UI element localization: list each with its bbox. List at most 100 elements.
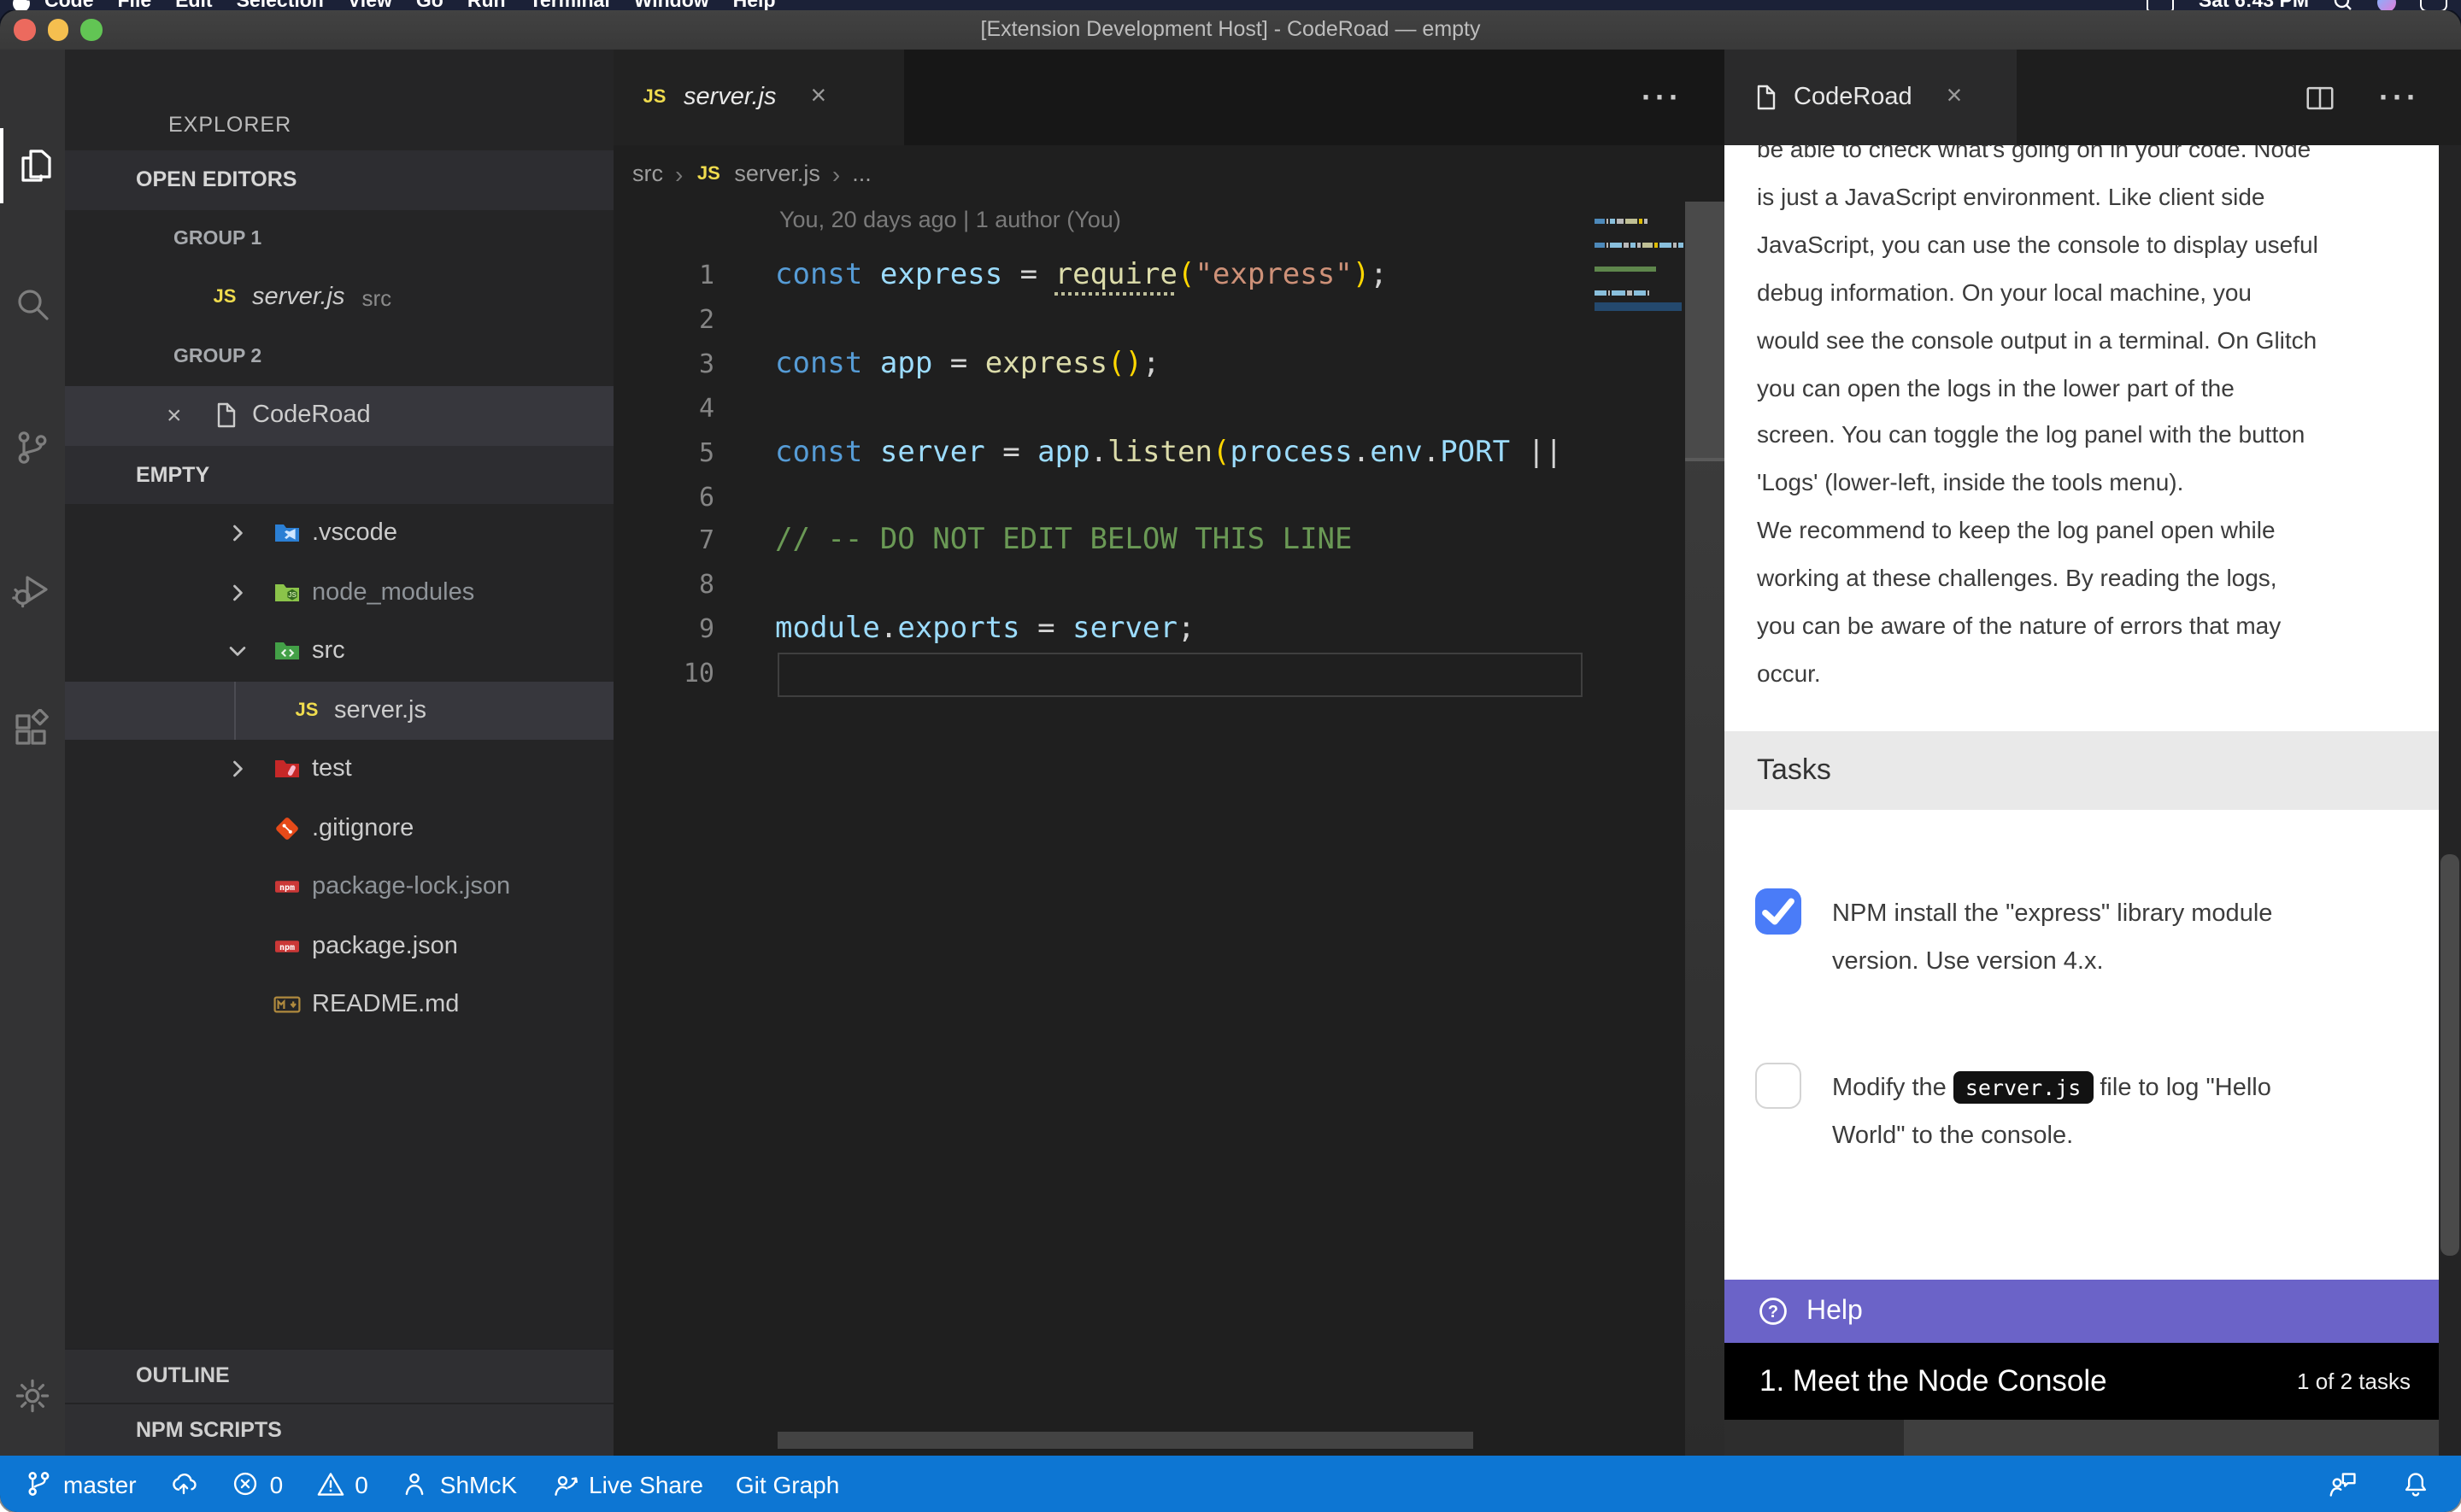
- screen: Code File Edit Selection View Go Run Terminal Wi…: [0, 0, 2461, 1512]
- tree-item-package-lock-json[interactable]: npmpackage-lock.json: [64, 858, 614, 917]
- file-icon: [211, 402, 238, 430]
- tree-item-test[interactable]: test: [64, 740, 614, 799]
- line-number: 4: [614, 385, 714, 430]
- statusbar-master[interactable]: master: [24, 1469, 137, 1498]
- line-number: 5: [614, 430, 714, 474]
- open-editor-coderoad[interactable]: × CodeRoad: [64, 386, 614, 445]
- statusbar-0[interactable]: 0: [315, 1469, 368, 1498]
- menu-view[interactable]: View: [348, 0, 392, 10]
- statusbar-0[interactable]: 0: [231, 1469, 284, 1498]
- menu-go[interactable]: Go: [416, 0, 443, 10]
- menu-terminal[interactable]: Terminal: [530, 0, 610, 10]
- tree-item--vscode[interactable]: .vscode: [64, 504, 614, 563]
- chevron-right-icon: [225, 758, 249, 782]
- close-tab-icon[interactable]: ×: [811, 82, 827, 113]
- split-editor-icon[interactable]: [2304, 50, 2336, 145]
- vscode-window: [Extension Development Host] - CodeRoad …: [0, 10, 2461, 1512]
- minimap[interactable]: [1595, 202, 1682, 328]
- status-bar: master 0 0 ShMcK Live Share Git Graph: [0, 1456, 2461, 1512]
- close-tab-icon[interactable]: ×: [1947, 82, 1963, 113]
- breadcrumb[interactable]: src › JS server.js › ...: [614, 145, 1724, 202]
- tab-server-js[interactable]: JS server.js ×: [614, 50, 904, 145]
- menu-file[interactable]: File: [118, 0, 152, 10]
- chevron-right-icon: [102, 1418, 126, 1442]
- statusbar-live-share[interactable]: Live Share: [549, 1469, 703, 1498]
- open-editor-server-js[interactable]: JSserver.jssrc: [64, 268, 614, 327]
- tab-coderoad[interactable]: CodeRoad ×: [1724, 50, 2016, 145]
- tree-item-src[interactable]: src: [64, 622, 614, 681]
- help-button[interactable]: ? Help: [1724, 1280, 2438, 1343]
- control-center-icon[interactable]: [2420, 0, 2447, 10]
- macos-menu-bar: Code File Edit Selection View Go Run Terminal Wi…: [0, 0, 2461, 10]
- file-name: server.js: [334, 697, 426, 724]
- task-checkbox-unchecked[interactable]: [1754, 1063, 1800, 1109]
- editor-more-actions-icon[interactable]: ···: [1642, 50, 1683, 145]
- code-line-2: 2: [614, 297, 1686, 342]
- code-line-8: 8: [614, 563, 1686, 607]
- title-bar[interactable]: [Extension Development Host] - CodeRoad …: [0, 10, 2461, 51]
- tree-item-package-json[interactable]: npmpackage.json: [64, 917, 614, 976]
- code-editor[interactable]: You, 20 days ago | 1 author (You) 1const…: [614, 202, 1724, 1456]
- editor-tabstrip: JS server.js × ···: [614, 50, 1724, 145]
- tree-item--gitignore[interactable]: .gitignore: [64, 799, 614, 858]
- menu-edit[interactable]: Edit: [175, 0, 212, 10]
- js-file-icon: JS: [695, 160, 722, 187]
- bell-icon: [2401, 1469, 2430, 1498]
- activity-extensions-icon[interactable]: [0, 692, 64, 767]
- markdown-icon: [273, 992, 300, 1019]
- menu-help[interactable]: Help: [733, 0, 776, 10]
- file-name: CodeRoad: [252, 402, 371, 430]
- code-line-1: 1const express = require("express");: [614, 253, 1686, 297]
- activity-source-control-icon[interactable]: [0, 410, 64, 485]
- open-editors-group-label: GROUP 1: [64, 209, 614, 268]
- activity-manage-gear-icon[interactable]: [0, 1358, 64, 1433]
- apple-menu-icon[interactable]: [0, 0, 44, 10]
- siri-icon[interactable]: [2377, 0, 2396, 10]
- tree-item-node_modules[interactable]: JSnode_modules: [64, 563, 614, 622]
- activity-search-icon[interactable]: [0, 267, 64, 342]
- menu-code[interactable]: Code: [44, 0, 94, 10]
- open-editors-header[interactable]: OPEN EDITORS: [64, 150, 614, 209]
- explorer-sidebar: EXPLORER OPEN EDITORS GROUP 1JSserver.js…: [64, 50, 614, 1456]
- sidebar-section-outline[interactable]: OUTLINE: [64, 1348, 614, 1402]
- statusbar-shmck[interactable]: ShMcK: [401, 1469, 517, 1498]
- statusbar-feedback[interactable]: [2328, 1469, 2357, 1498]
- tree-item-server-js[interactable]: JSserver.js: [64, 681, 614, 740]
- menu-clock[interactable]: Sat 6:43 PM: [2199, 0, 2309, 10]
- code-line-7: 7// -- DO NOT EDIT BELOW THIS LINE: [614, 519, 1686, 563]
- activity-explorer-icon[interactable]: [0, 128, 68, 203]
- chevron-right-icon: [102, 1364, 126, 1388]
- close-icon[interactable]: ×: [167, 401, 182, 431]
- webview-vertical-scrollbar[interactable]: [2438, 145, 2461, 1456]
- editor-group-2: CodeRoad × ··· be able to check what's g…: [1724, 50, 2461, 1456]
- question-circle-icon: ?: [1757, 1295, 1789, 1327]
- task-checkbox-checked[interactable]: [1754, 888, 1800, 935]
- editor-horizontal-scrollbar[interactable]: [778, 1432, 1473, 1449]
- editor-vertical-scrollbar[interactable]: [1685, 202, 1724, 1456]
- lesson-title: 1. Meet the Node Console: [1759, 1363, 2297, 1399]
- open-editors-group-label: GROUP 2: [64, 327, 614, 386]
- webview-more-actions-icon[interactable]: ···: [2379, 50, 2420, 145]
- breadcrumb-symbol: ...: [852, 161, 872, 186]
- menu-window[interactable]: Window: [634, 0, 709, 10]
- line-number: 7: [614, 519, 714, 563]
- svg-text:npm: npm: [279, 942, 294, 952]
- statusbar-cloud-upload[interactable]: [169, 1469, 198, 1498]
- coderoad-webview[interactable]: be able to check what's going on in your…: [1724, 145, 2438, 1456]
- menu-run[interactable]: Run: [467, 0, 506, 10]
- menu-selection[interactable]: Selection: [237, 0, 324, 10]
- svg-text:npm: npm: [279, 883, 294, 893]
- webview-tabstrip: CodeRoad × ···: [1724, 50, 2461, 145]
- statusbar-bell[interactable]: [2401, 1469, 2430, 1498]
- webview-horizontal-scrollbar[interactable]: [1724, 1420, 2438, 1456]
- chevron-right-icon: ›: [832, 160, 840, 187]
- sidebar-section-npm-scripts[interactable]: NPM SCRIPTS: [64, 1402, 614, 1456]
- spotlight-icon[interactable]: [2333, 0, 2353, 10]
- js-file-icon: JS: [641, 84, 668, 111]
- tree-item-readme-md[interactable]: README.md: [64, 976, 614, 1034]
- chevron-down-icon: [102, 463, 126, 487]
- workspace-section-header[interactable]: EMPTY: [64, 445, 614, 504]
- statusbar-git-graph[interactable]: Git Graph: [736, 1470, 839, 1497]
- node-folder-icon: JS: [273, 579, 300, 607]
- activity-run-and-debug-icon[interactable]: [0, 552, 64, 627]
